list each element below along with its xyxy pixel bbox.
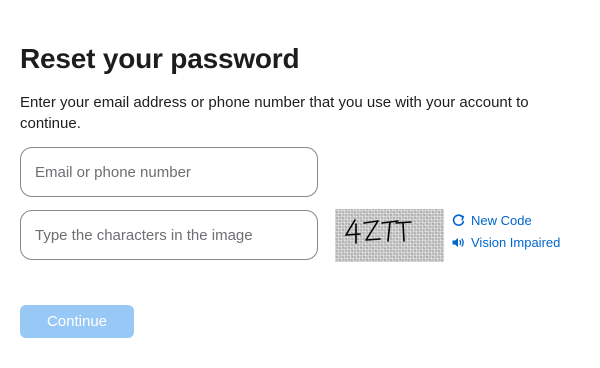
continue-button[interactable]: Continue	[20, 305, 134, 338]
vision-impaired-label: Vision Impaired	[471, 235, 561, 250]
speaker-icon	[451, 235, 466, 250]
page-description: Enter your email address or phone number…	[20, 94, 529, 132]
refresh-icon	[451, 213, 466, 228]
captcha-glyphs	[344, 219, 412, 244]
vision-impaired-link[interactable]: Vision Impaired	[451, 235, 560, 250]
captcha-image	[335, 209, 444, 262]
new-code-link[interactable]: New Code	[451, 213, 532, 228]
page-title: Reset your password	[20, 42, 300, 74]
captcha-input[interactable]	[20, 210, 318, 260]
email-or-phone-input[interactable]	[20, 147, 318, 197]
new-code-label: New Code	[471, 213, 532, 228]
